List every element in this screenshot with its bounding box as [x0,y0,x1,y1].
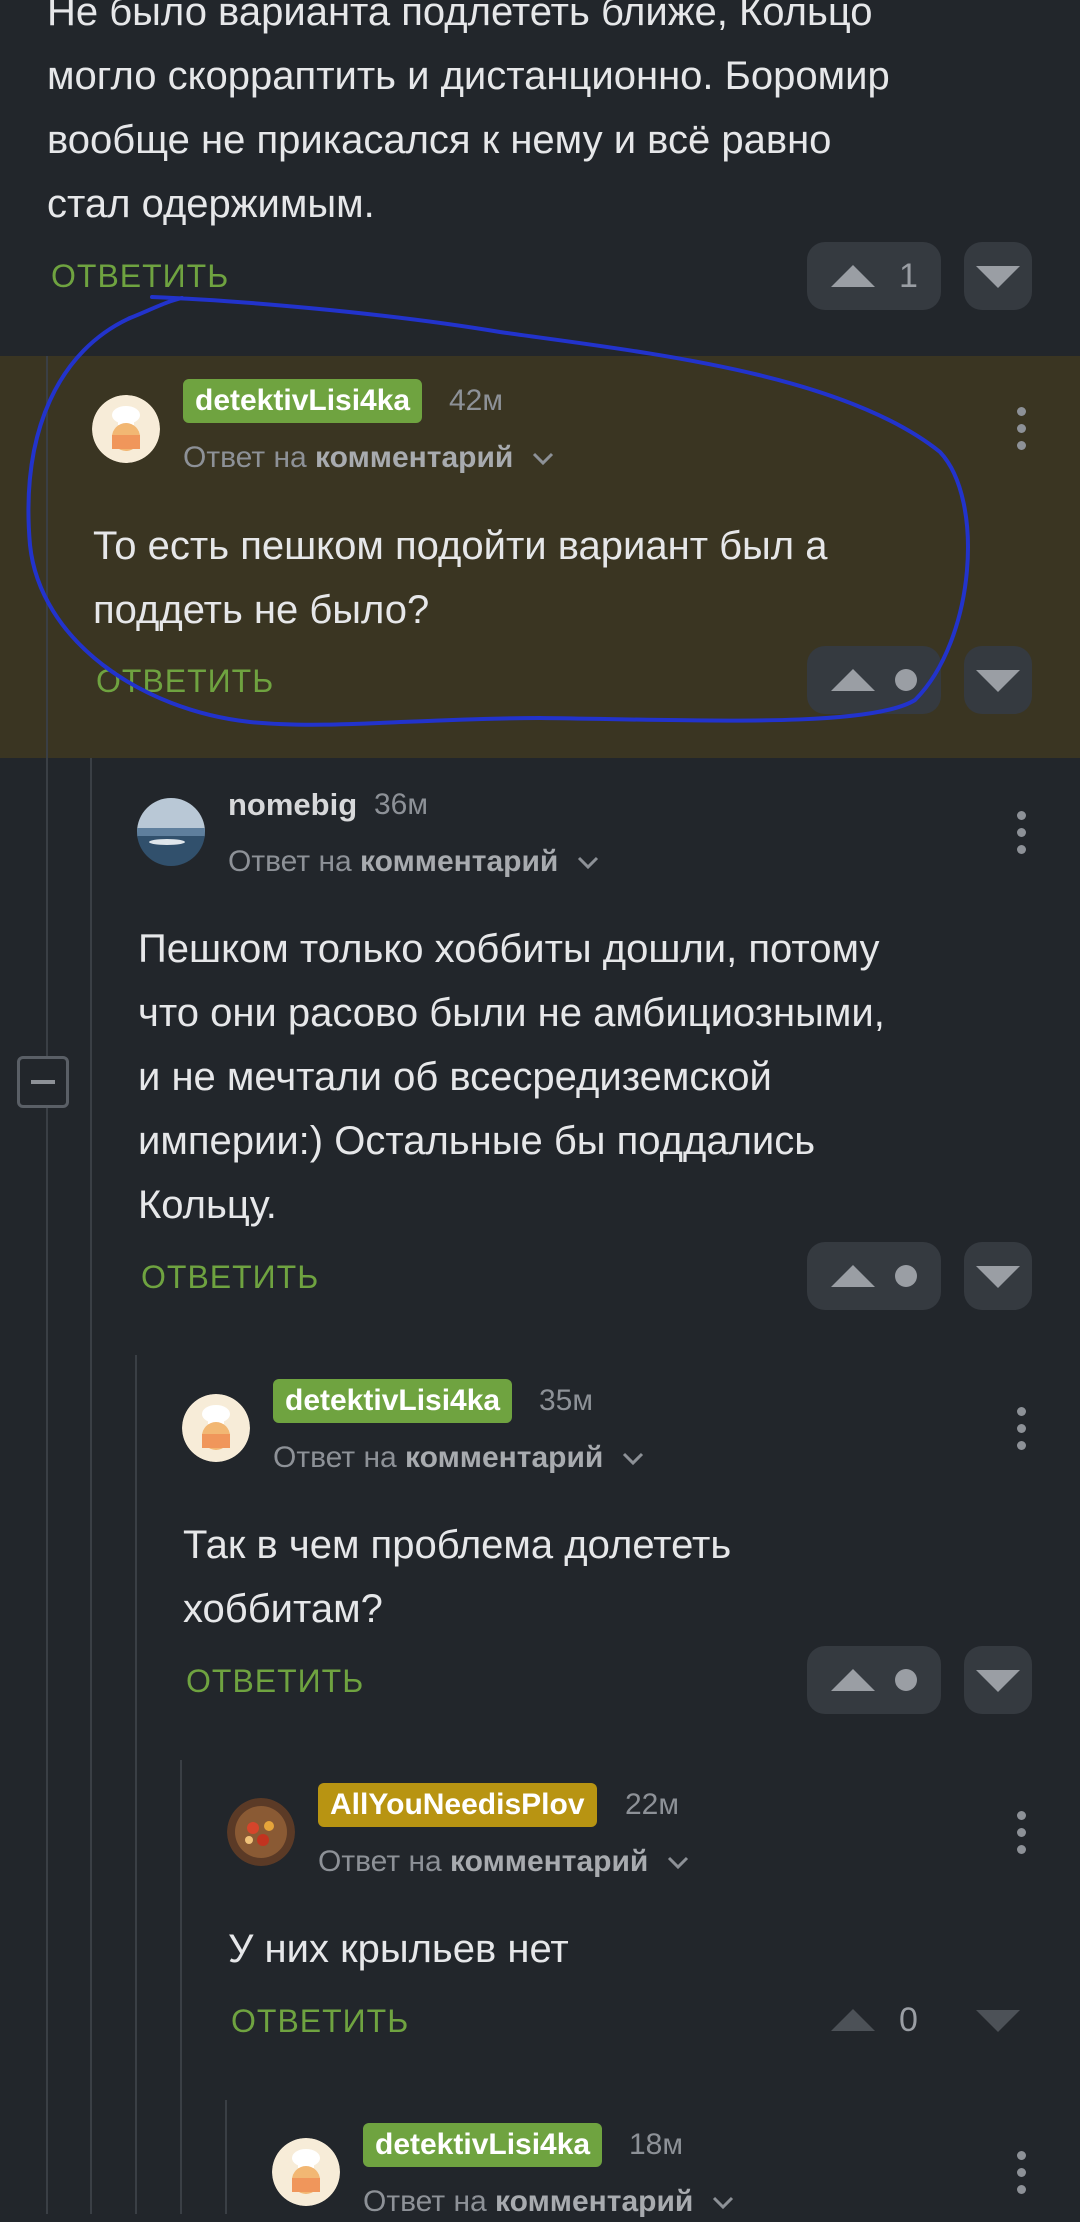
hand-drawn-annotation-circle [26,295,970,727]
